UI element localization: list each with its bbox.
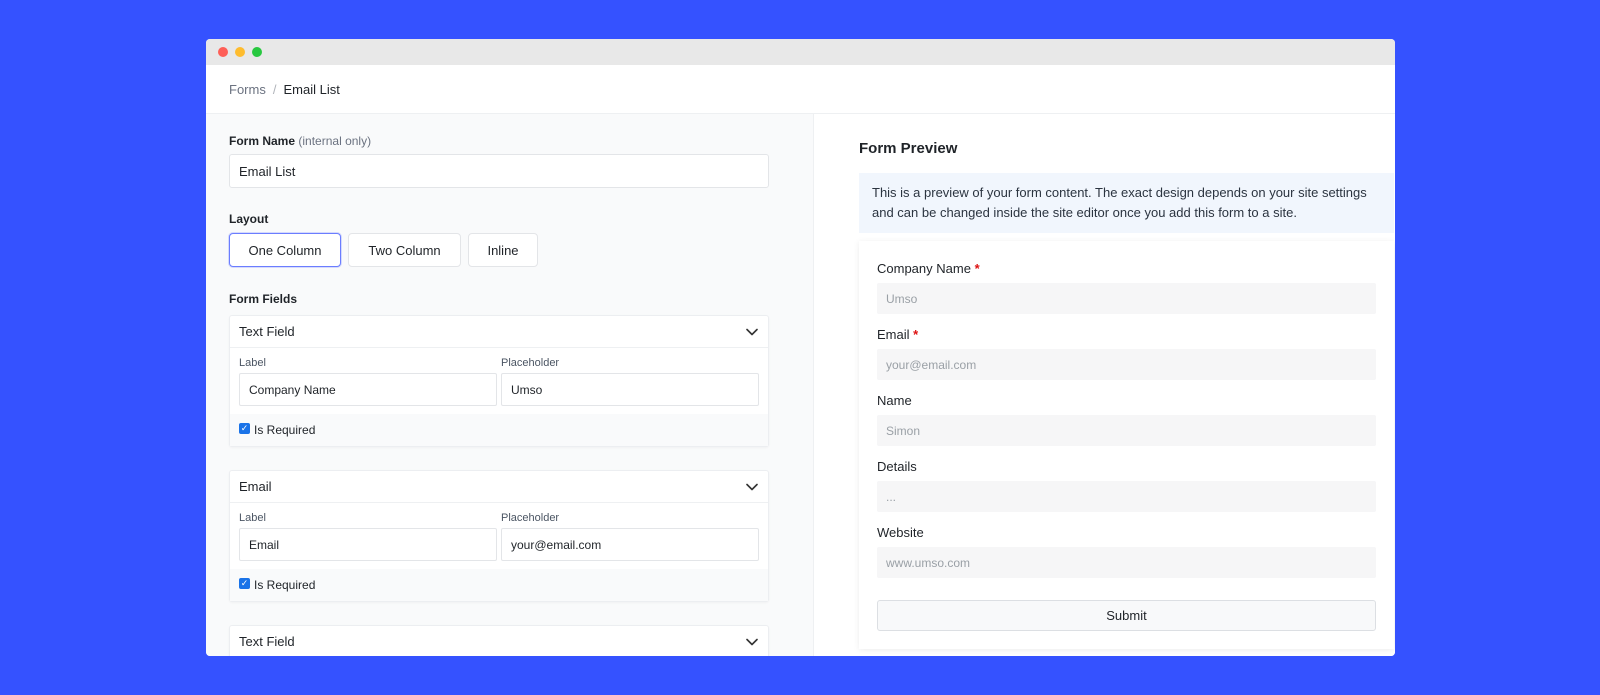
is-required-checkbox[interactable]: ✓	[239, 422, 250, 434]
form-editor-panel: Form Name (internal only) Email List Lay…	[206, 114, 814, 656]
form-field-card: Text Field Label Company Name Placeholde…	[229, 315, 769, 447]
breadcrumb-current: Email List	[283, 81, 340, 97]
placeholder-caption: Placeholder	[501, 357, 560, 369]
preview-field: Name Simon	[877, 393, 1376, 446]
field-placeholder-input[interactable]: your@email.com	[501, 528, 759, 561]
field-card-footer: ✓ Is Required	[230, 569, 768, 601]
field-card-body: Label Company Name Placeholder Umso	[230, 348, 768, 414]
form-name-input[interactable]: Email List	[229, 154, 769, 188]
submit-button[interactable]: Submit	[877, 600, 1376, 631]
breadcrumb-separator: /	[272, 81, 277, 97]
app-window: Forms / Email List Form Name (internal o…	[206, 39, 1395, 656]
layout-one-column-button[interactable]: One Column	[229, 233, 341, 267]
preview-field: Email * your@email.com	[877, 327, 1376, 380]
layout-two-column-button[interactable]: Two Column	[348, 233, 461, 267]
check-icon: ✓	[240, 422, 249, 433]
window-minimize-button[interactable]	[235, 47, 245, 57]
field-type: Email	[239, 479, 272, 494]
layout-options: One Column Two Column Inline	[229, 233, 790, 267]
field-card-header[interactable]: Text Field	[230, 316, 768, 348]
preview-email-input[interactable]: your@email.com	[877, 349, 1376, 380]
window-maximize-button[interactable]	[252, 47, 262, 57]
field-placeholder-column: Placeholder your@email.com	[501, 512, 759, 561]
preview-company-name-input[interactable]: Umso	[877, 283, 1376, 314]
field-card-footer: ✓ Is Required	[230, 414, 768, 446]
preview-notice: This is a preview of your form content. …	[859, 173, 1394, 233]
field-placeholder-input[interactable]: Umso	[501, 373, 759, 406]
preview-field-label: Company Name *	[877, 261, 1376, 276]
field-card-header[interactable]: Text Field	[230, 626, 768, 656]
breadcrumb-forms-link[interactable]: Forms	[229, 82, 266, 97]
preview-title: Form Preview	[859, 140, 958, 157]
field-label-input[interactable]: Company Name	[239, 373, 497, 406]
field-label-column: Label Company Name	[239, 357, 497, 406]
form-preview-panel: Form Preview This is a preview of your f…	[814, 114, 1395, 656]
required-mark: *	[913, 327, 919, 342]
label-caption: Label	[239, 512, 266, 524]
field-type: Text Field	[239, 324, 295, 339]
form-fields-label: Form Fields	[229, 292, 298, 306]
main-content: Form Name (internal only) Email List Lay…	[206, 114, 1395, 656]
preview-field-label-text: Company Name	[877, 261, 971, 276]
placeholder-caption: Placeholder	[501, 512, 560, 524]
field-type: Text Field	[239, 634, 295, 649]
layout-inline-button[interactable]: Inline	[468, 233, 538, 267]
required-mark: *	[974, 261, 980, 276]
preview-field: Website www.umso.com	[877, 525, 1376, 578]
is-required-label: Is Required	[254, 578, 316, 592]
window-close-button[interactable]	[218, 47, 228, 57]
is-required-checkbox[interactable]: ✓	[239, 577, 250, 589]
preview-field-label: Details	[877, 459, 917, 474]
chevron-down-icon[interactable]	[745, 480, 759, 494]
preview-form: Company Name * Umso Email * your@email.c…	[859, 241, 1394, 649]
preview-field-label: Name	[877, 393, 912, 408]
field-placeholder-column: Placeholder Umso	[501, 357, 759, 406]
preview-field: Company Name * Umso	[877, 261, 1376, 314]
label-caption: Label	[239, 357, 266, 369]
field-card-body: Label Email Placeholder your@email.com	[230, 503, 768, 569]
layout-label: Layout	[229, 212, 269, 226]
preview-website-input[interactable]: www.umso.com	[877, 547, 1376, 578]
field-label-input[interactable]: Email	[239, 528, 497, 561]
chevron-down-icon[interactable]	[745, 635, 759, 649]
form-name-hint: (internal only)	[298, 134, 372, 148]
form-name-label: Form Name (internal only)	[229, 134, 790, 148]
form-field-card: Text Field	[229, 625, 769, 656]
chevron-down-icon[interactable]	[745, 325, 759, 339]
form-name-label-text: Form Name	[229, 134, 296, 148]
preview-field-label-text: Email	[877, 327, 910, 342]
preview-field: Details ...	[877, 459, 1376, 512]
form-field-card: Email Label Email Placeholder your@email…	[229, 470, 769, 602]
preview-field-label: Email *	[877, 327, 1376, 342]
preview-name-input[interactable]: Simon	[877, 415, 1376, 446]
field-card-header[interactable]: Email	[230, 471, 768, 503]
field-label-column: Label Email	[239, 512, 497, 561]
check-icon: ✓	[240, 577, 249, 588]
is-required-label: Is Required	[254, 423, 316, 437]
preview-field-label: Website	[877, 525, 924, 540]
preview-details-input[interactable]: ...	[877, 481, 1376, 512]
breadcrumb: Forms / Email List	[206, 65, 1395, 114]
window-titlebar	[206, 39, 1395, 65]
